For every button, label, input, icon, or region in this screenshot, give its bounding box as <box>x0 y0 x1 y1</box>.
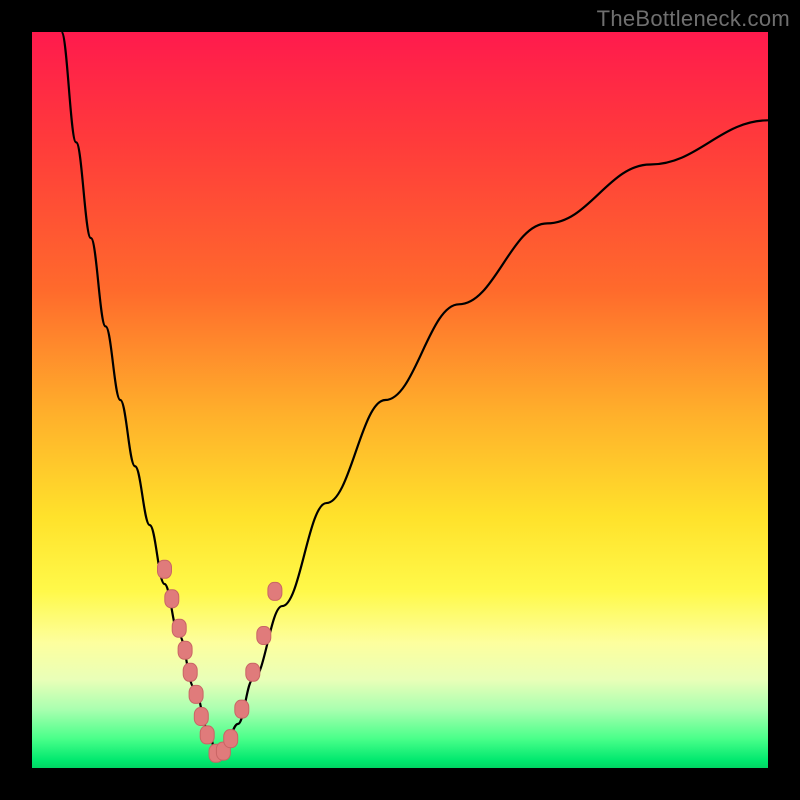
data-point <box>224 730 238 748</box>
plot-area <box>32 32 768 768</box>
data-point <box>165 590 179 608</box>
data-point <box>246 663 260 681</box>
data-point <box>178 641 192 659</box>
chart-svg <box>32 32 768 768</box>
chart-container: TheBottleneck.com <box>0 0 800 800</box>
data-point <box>200 726 214 744</box>
data-point <box>172 619 186 637</box>
data-point <box>158 560 172 578</box>
data-point <box>268 582 282 600</box>
attribution-text: TheBottleneck.com <box>597 6 790 32</box>
data-point <box>189 685 203 703</box>
bottleneck-curve <box>61 32 768 753</box>
data-point <box>257 627 271 645</box>
data-point <box>194 708 208 726</box>
data-point <box>235 700 249 718</box>
data-point <box>183 663 197 681</box>
